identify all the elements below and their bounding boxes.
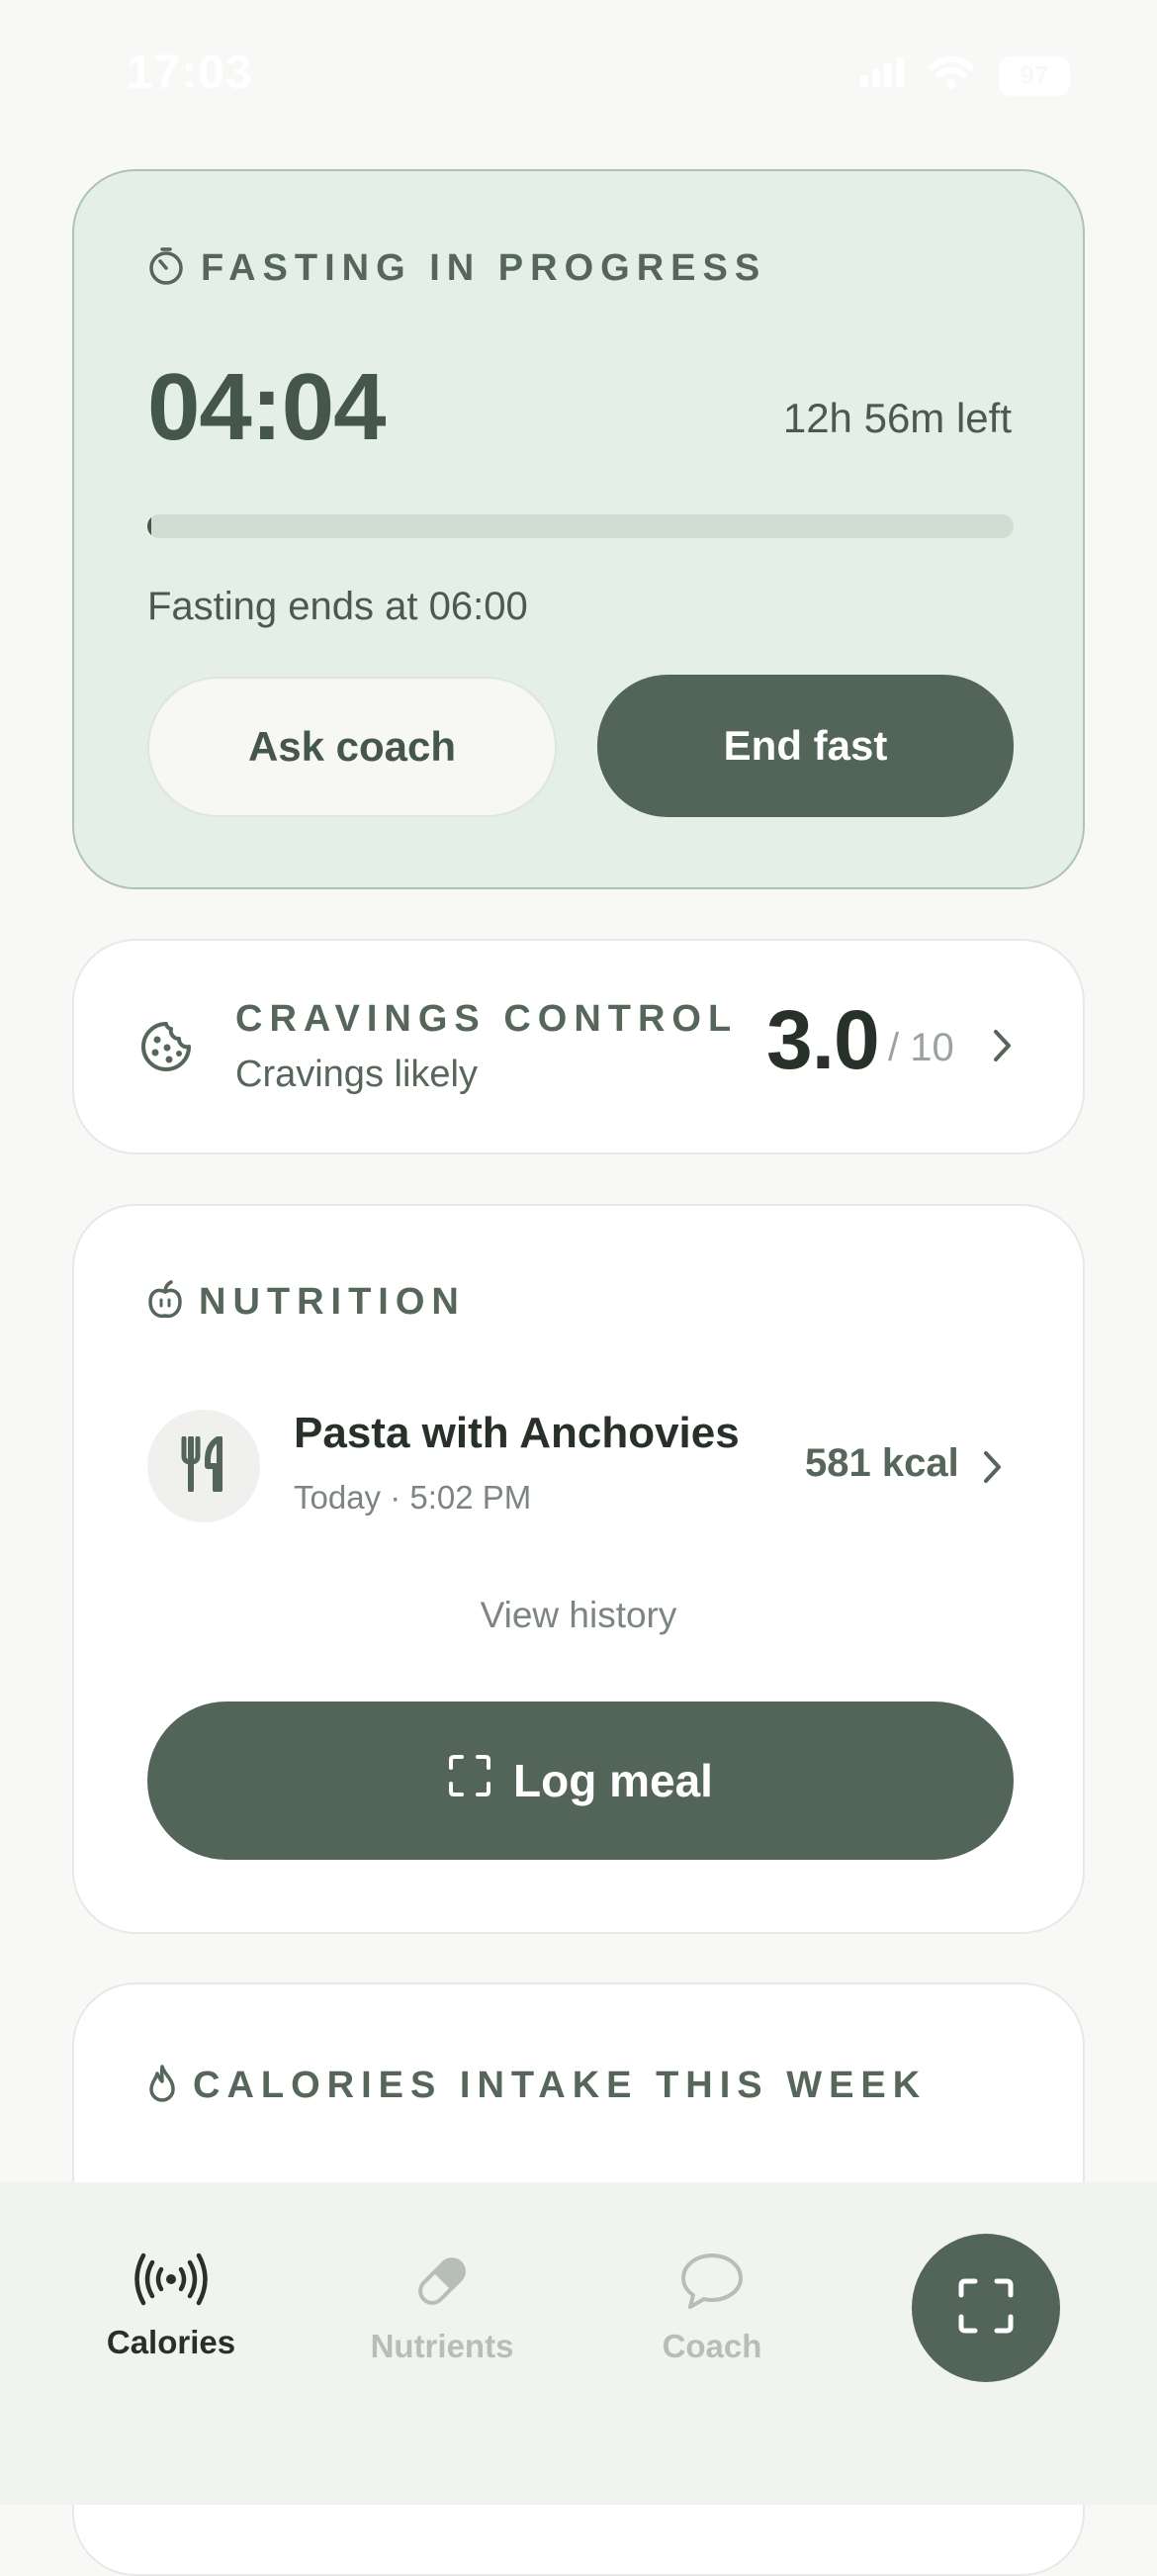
view-history-link[interactable]: View history (74, 1595, 1083, 1636)
cravings-score: 3.0 (766, 993, 880, 1086)
broadcast-icon (134, 2252, 209, 2312)
calories-week-header: CALORIES INTAKE THIS WEEK (147, 2064, 927, 2108)
fasting-card: FASTING IN PROGRESS 04:04 12h 56m left F… (72, 169, 1085, 889)
tab-bar: Calories Nutrients Coach (0, 2182, 1157, 2505)
meal-name[interactable]: Pasta with Anchovies (294, 1409, 740, 1458)
fasting-elapsed-timer: 04:04 (147, 354, 387, 460)
cookie-icon (139, 1020, 193, 1078)
fasting-title: FASTING IN PROGRESS (201, 247, 767, 289)
meal-kcal: 581 kcal (805, 1441, 959, 1485)
pill-icon (412, 2252, 472, 2316)
cellular-signal-icon (860, 57, 904, 94)
chevron-right-icon (992, 1028, 1014, 1068)
calories-week-title: CALORIES INTAKE THIS WEEK (193, 2065, 928, 2106)
cravings-card[interactable]: CRAVINGS CONTROL Cravings likely 3.0 / 1… (72, 939, 1085, 1154)
tab-nutrients[interactable]: Nutrients (343, 2252, 541, 2365)
fasting-remaining: 12h 56m left (782, 395, 1012, 441)
meal-time: Today · 5:02 PM (294, 1479, 532, 1516)
nutrition-title: NUTRITION (199, 1281, 466, 1323)
end-fast-button[interactable]: End fast (597, 675, 1014, 817)
scan-frame-icon (448, 1754, 491, 1808)
scan-button[interactable] (912, 2234, 1060, 2382)
log-meal-button[interactable]: Log meal (147, 1702, 1014, 1860)
tab-coach[interactable]: Coach (613, 2252, 811, 2365)
nutrition-card: NUTRITION Pasta with Anchovies Today · 5… (72, 1204, 1085, 1934)
cravings-max: / 10 (888, 1026, 954, 1069)
fasting-progress-bar (147, 514, 1014, 538)
tab-calories[interactable]: Calories (72, 2252, 270, 2361)
fasting-header: FASTING IN PROGRESS (147, 246, 766, 291)
status-icons: 97 (860, 55, 1070, 96)
fasting-ends-text: Fasting ends at 06:00 (147, 585, 528, 628)
stopwatch-icon (147, 246, 185, 291)
tab-nutrients-label: Nutrients (370, 2328, 514, 2364)
log-meal-label: Log meal (513, 1755, 713, 1806)
apple-icon (147, 1280, 183, 1325)
cravings-title: CRAVINGS CONTROL (235, 998, 739, 1040)
meal-avatar (147, 1410, 260, 1522)
status-time: 17:03 (127, 46, 253, 99)
fork-knife-icon (180, 1434, 227, 1497)
tab-coach-label: Coach (662, 2328, 762, 2364)
nutrition-header: NUTRITION (147, 1280, 466, 1325)
fasting-progress-fill (147, 514, 152, 538)
flame-icon (147, 2064, 177, 2108)
tab-calories-label: Calories (106, 2324, 236, 2360)
chevron-right-icon[interactable] (982, 1449, 1004, 1490)
ask-coach-button[interactable]: Ask coach (147, 677, 557, 817)
wifi-icon (928, 55, 975, 96)
scan-frame-icon (957, 2277, 1015, 2340)
status-bar: 17:03 97 (0, 0, 1157, 148)
chat-bubble-icon (679, 2252, 745, 2316)
battery-indicator: 97 (999, 55, 1070, 96)
cravings-subtitle: Cravings likely (235, 1054, 478, 1095)
